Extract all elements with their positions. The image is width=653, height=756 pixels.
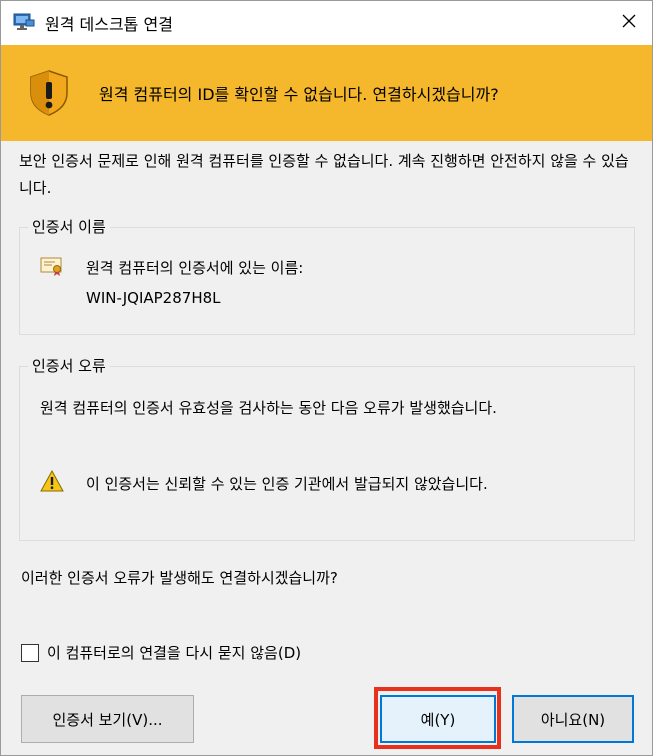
yes-button[interactable]: 예(Y) bbox=[380, 695, 496, 743]
cert-name-value: WIN-JQIAP287H8L bbox=[86, 289, 221, 307]
window-title: 원격 데스크톱 연결 bbox=[45, 15, 173, 34]
no-button[interactable]: 아니요(N) bbox=[512, 695, 634, 743]
shield-warning-icon bbox=[27, 69, 71, 117]
cert-name-legend: 인증서 이름 bbox=[28, 216, 110, 237]
dont-ask-again-row[interactable]: 이 컴퓨터로의 연결을 다시 묻지 않음(D) bbox=[21, 642, 301, 663]
cert-error-legend: 인증서 오류 bbox=[28, 355, 110, 376]
remote-desktop-icon bbox=[13, 12, 35, 32]
cert-error-group: 인증서 오류 원격 컴퓨터의 인증서 유효성을 검사하는 동안 다음 오류가 발… bbox=[19, 355, 635, 541]
title-bar: 원격 데스크톱 연결 bbox=[1, 1, 652, 45]
cert-error-warning: 이 인증서는 신뢰할 수 있는 인증 기관에서 발급되지 않았습니다. bbox=[86, 475, 488, 493]
cert-name-label: 원격 컴퓨터의 인증서에 있는 이름: bbox=[86, 259, 304, 277]
view-certificate-button[interactable]: 인증서 보기(V)... bbox=[21, 695, 194, 743]
dont-ask-again-checkbox[interactable] bbox=[21, 643, 39, 662]
close-icon bbox=[621, 13, 637, 33]
banner-message: 원격 컴퓨터의 ID를 확인할 수 없습니다. 연결하시겠습니까? bbox=[99, 85, 499, 104]
close-button[interactable] bbox=[606, 1, 652, 45]
warning-banner: 원격 컴퓨터의 ID를 확인할 수 없습니다. 연결하시겠습니까? bbox=[1, 45, 652, 141]
intro-text: 보안 인증서 문제로 인해 원격 컴퓨터를 인증할 수 없습니다. 계속 진행하… bbox=[19, 152, 629, 197]
dialog-window: 원격 데스크톱 연결 원격 컴퓨터의 ID를 확인할 수 없습니다. 연결하시겠… bbox=[0, 0, 653, 756]
certificate-icon bbox=[40, 256, 64, 276]
dont-ask-again-label[interactable]: 이 컴퓨터로의 연결을 다시 묻지 않음(D) bbox=[47, 642, 301, 663]
cert-error-description: 원격 컴퓨터의 인증서 유효성을 검사하는 동안 다음 오류가 발생했습니다. bbox=[40, 399, 497, 417]
connect-question: 이러한 인증서 오류가 발생해도 연결하시겠습니까? bbox=[21, 569, 338, 587]
warning-triangle-icon bbox=[40, 469, 64, 492]
cert-name-group: 인증서 이름 원격 컴퓨터의 인증서에 있는 이름: WIN-JQIAP287H… bbox=[19, 216, 635, 335]
